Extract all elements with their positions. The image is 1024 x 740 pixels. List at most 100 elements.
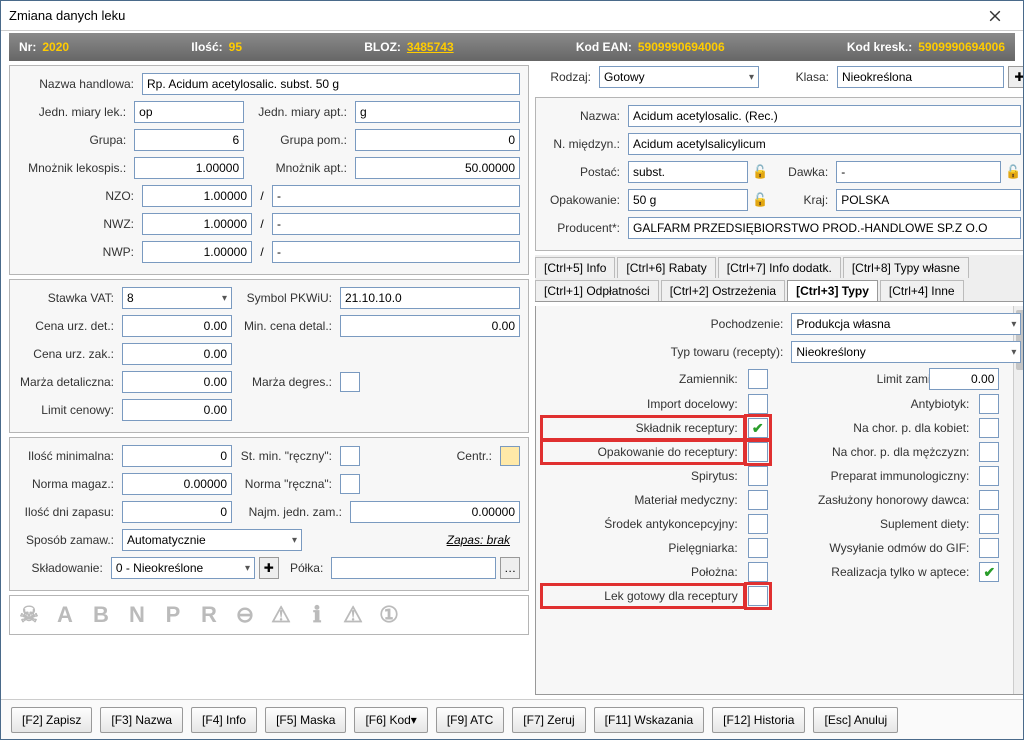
marza-degres-check[interactable]	[340, 372, 360, 392]
polka-browse-button[interactable]: …	[500, 557, 520, 579]
polka-label: Półka:	[283, 561, 328, 575]
nwp-label: NWP:	[18, 245, 138, 259]
miedzyn-input[interactable]	[628, 133, 1021, 155]
polka-input[interactable]	[331, 557, 496, 579]
tab-odplatnosci[interactable]: [Ctrl+1] Odpłatności	[535, 280, 659, 301]
lek-got-check[interactable]	[748, 586, 768, 606]
close-button[interactable]	[975, 2, 1015, 30]
st-min-check[interactable]	[340, 446, 360, 466]
f6-kod-button[interactable]: [F6] Kod▾	[354, 707, 427, 733]
norma-mag-input[interactable]	[122, 473, 232, 495]
nwp2-input[interactable]	[272, 241, 520, 263]
ilosc-min-input[interactable]	[122, 445, 232, 467]
cena-det-input[interactable]	[122, 315, 232, 337]
nwz-input[interactable]	[142, 213, 252, 235]
nzo-input[interactable]	[142, 185, 252, 207]
pieleg-check[interactable]	[748, 538, 768, 558]
tab-typy[interactable]: [Ctrl+3] Typy	[787, 280, 878, 301]
immun-check[interactable]	[979, 466, 999, 486]
nazwa-handlowa-input[interactable]	[142, 73, 520, 95]
typ-tow-select[interactable]: Nieokreślony	[791, 341, 1021, 363]
producent-input[interactable]	[628, 217, 1021, 239]
sposob-select[interactable]: Automatycznie	[122, 529, 302, 551]
postac-input[interactable]	[628, 161, 748, 183]
tab-info[interactable]: [Ctrl+5] Info	[535, 257, 615, 278]
antykon-check[interactable]	[748, 514, 768, 534]
lock2-icon[interactable]: 🔓	[1005, 164, 1021, 180]
cena-zak-input[interactable]	[122, 343, 232, 365]
antybiotyk-check[interactable]	[979, 394, 999, 414]
kraj-label: Kraj:	[772, 193, 832, 207]
skladnik-check[interactable]	[748, 418, 768, 438]
dawca-check[interactable]	[979, 490, 999, 510]
tab-info-dodatk[interactable]: [Ctrl+7] Info dodatk.	[718, 257, 841, 278]
rodzaj-select[interactable]: Gotowy	[599, 66, 759, 88]
pochodz-select[interactable]: Produkcja własna	[791, 313, 1021, 335]
opak-input[interactable]	[628, 189, 748, 211]
nwz2-input[interactable]	[272, 213, 520, 235]
f2-zapisz-button[interactable]: [F2] Zapisz	[11, 707, 92, 733]
grupa-pom-input[interactable]	[355, 129, 520, 151]
import-check[interactable]	[748, 394, 768, 414]
sklad-add-button[interactable]: ✚	[259, 557, 279, 579]
sklad-select[interactable]: 0 - Nieokreślone	[111, 557, 255, 579]
pkwiu-input[interactable]	[340, 287, 520, 309]
opak-rec-check[interactable]	[748, 442, 768, 462]
spirytus-check[interactable]	[748, 466, 768, 486]
f3-nazwa-button[interactable]: [F3] Nazwa	[100, 707, 183, 733]
postac-label: Postać:	[544, 165, 624, 179]
basic-panel: Nazwa handlowa: Jedn. miary lek.: Jedn. …	[9, 65, 529, 275]
najm-jedn-input[interactable]	[350, 501, 520, 523]
ilosc-min-label: Ilość minimalna:	[18, 449, 118, 463]
chor-m-check[interactable]	[979, 442, 999, 462]
tab-typy-wlasne[interactable]: [Ctrl+8] Typy własne	[843, 257, 969, 278]
centr-check[interactable]	[500, 446, 520, 466]
mnoznik-apt-label: Mnożnik apt.:	[248, 161, 351, 175]
limit-input[interactable]	[122, 399, 232, 421]
ilosc-dni-input[interactable]	[122, 501, 232, 523]
kraj-input[interactable]	[836, 189, 1021, 211]
limit-zam-input[interactable]	[929, 368, 999, 390]
norma-recz-check[interactable]	[340, 474, 360, 494]
f5-maska-button[interactable]: [F5] Maska	[265, 707, 346, 733]
content: Nazwa handlowa: Jedn. miary lek.: Jedn. …	[1, 65, 1023, 699]
nazwa-input[interactable]	[628, 105, 1021, 127]
suplement-check[interactable]	[979, 514, 999, 534]
norma-mag-label: Norma magaz.:	[18, 477, 118, 491]
tab-inne[interactable]: [Ctrl+4] Inne	[880, 280, 964, 301]
zamiennik-check[interactable]	[748, 369, 768, 389]
lock3-icon[interactable]: 🔓	[752, 192, 768, 208]
vat-select[interactable]: 8	[122, 287, 232, 309]
mat-med-check[interactable]	[748, 490, 768, 510]
bloz-value[interactable]: 3485743	[407, 40, 454, 54]
f4-info-button[interactable]: [F4] Info	[191, 707, 257, 733]
mnoznik-apt-input[interactable]	[355, 157, 520, 179]
tab-ostrzezenia[interactable]: [Ctrl+2] Ostrzeżenia	[661, 280, 785, 301]
klasa-add-button[interactable]: ✚	[1008, 66, 1023, 88]
tab-scrollbar[interactable]	[1013, 306, 1023, 694]
mnoznik-lek-input[interactable]	[134, 157, 244, 179]
f7-zeruj-button[interactable]: [F7] Zeruj	[512, 707, 585, 733]
min-detal-input[interactable]	[340, 315, 520, 337]
realiz-check[interactable]	[979, 562, 999, 582]
klasa-input[interactable]	[837, 66, 1004, 88]
polozna-check[interactable]	[748, 562, 768, 582]
lock-icon[interactable]: 🔓	[752, 164, 768, 180]
jedn-lek-input[interactable]	[134, 101, 244, 123]
producent-label: Producent*:	[544, 221, 624, 235]
chor-k-check[interactable]	[979, 418, 999, 438]
esc-anuluj-button[interactable]: [Esc] Anuluj	[813, 707, 898, 733]
nzo2-input[interactable]	[272, 185, 520, 207]
tab-rabaty[interactable]: [Ctrl+6] Rabaty	[617, 257, 715, 278]
f12-historia-button[interactable]: [F12] Historia	[712, 707, 805, 733]
gif-check[interactable]	[979, 538, 999, 558]
jedn-apt-input[interactable]	[355, 101, 520, 123]
dawka-input[interactable]	[836, 161, 1001, 183]
grupa-input[interactable]	[134, 129, 244, 151]
stock-panel: Ilość minimalna: St. min. "ręczny": Cent…	[9, 437, 529, 591]
drug-edit-window: Zmiana danych leku Nr: 2020 Ilość: 95 BL…	[0, 0, 1024, 740]
f9-atc-button[interactable]: [F9] ATC	[436, 707, 504, 733]
marza-det-input[interactable]	[122, 371, 232, 393]
f11-wskazania-button[interactable]: [F11] Wskazania	[594, 707, 704, 733]
nwp-input[interactable]	[142, 241, 252, 263]
